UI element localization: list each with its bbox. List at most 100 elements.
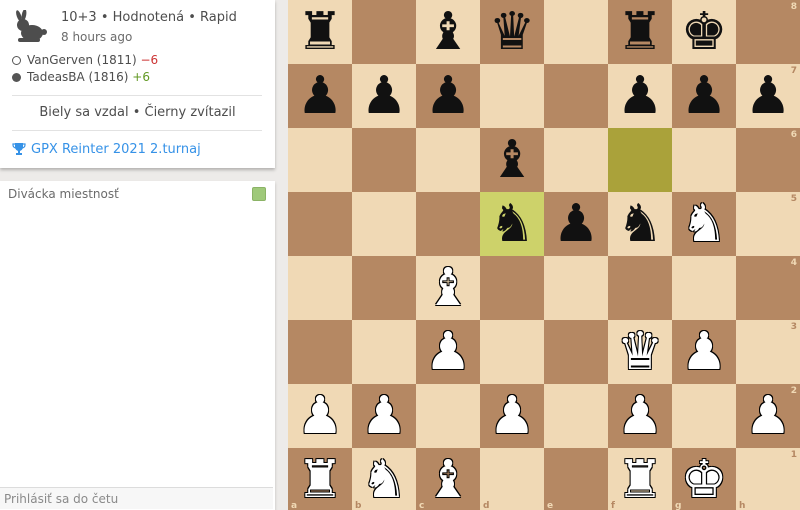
square-b8[interactable] <box>352 0 416 64</box>
square-h5[interactable]: 5 <box>736 192 800 256</box>
black-pawn-icon[interactable]: ♟ <box>672 64 736 128</box>
square-h2[interactable]: ♟ 2 <box>736 384 800 448</box>
white-rook-icon[interactable]: ♜ <box>288 448 352 510</box>
black-bishop-icon[interactable]: ♝ <box>480 128 544 192</box>
square-b2[interactable]: ♟ <box>352 384 416 448</box>
white-pawn-icon[interactable]: ♟ <box>480 384 544 448</box>
white-bishop-icon[interactable]: ♝ <box>416 448 480 510</box>
square-h6[interactable]: 6 <box>736 128 800 192</box>
spectator-chat: Divácka miestnosť Prihlásiť sa do četu <box>0 181 275 510</box>
square-f7[interactable]: ♟ <box>608 64 672 128</box>
black-rook-icon[interactable]: ♜ <box>288 0 352 64</box>
square-d4[interactable] <box>480 256 544 320</box>
square-d7[interactable] <box>480 64 544 128</box>
square-f5[interactable]: ♞ <box>608 192 672 256</box>
white-pawn-icon[interactable]: ♟ <box>672 320 736 384</box>
square-e1[interactable]: e <box>544 448 608 510</box>
white-pawn-icon[interactable]: ♟ <box>352 384 416 448</box>
chess-board[interactable]: ♜ ♝ ♛ ♜ ♚ 8 ♟ ♟ ♟ ♟ ♟ ♟ 7 ♝ 6 ♞ ♟ ♞ ♞ 5 ♝ 4 ♟ ♛ ♟ 3 ♟ ♟ ♟ ♟ ♟ 2 ♜ a ♞ b ♝ c d e… <box>288 0 800 510</box>
black-pawn-icon[interactable]: ♟ <box>608 64 672 128</box>
square-a5[interactable] <box>288 192 352 256</box>
square-b5[interactable] <box>352 192 416 256</box>
black-bishop-icon[interactable]: ♝ <box>416 0 480 64</box>
white-pawn-icon[interactable]: ♟ <box>416 320 480 384</box>
square-a7[interactable]: ♟ <box>288 64 352 128</box>
square-c2[interactable] <box>416 384 480 448</box>
white-pawn-icon[interactable]: ♟ <box>608 384 672 448</box>
player-black[interactable]: TadeasBA (1816) +6 <box>12 70 150 84</box>
square-e5[interactable]: ♟ <box>544 192 608 256</box>
black-king-icon[interactable]: ♚ <box>672 0 736 64</box>
square-f4[interactable] <box>608 256 672 320</box>
square-g7[interactable]: ♟ <box>672 64 736 128</box>
black-pawn-icon[interactable]: ♟ <box>288 64 352 128</box>
square-b4[interactable] <box>352 256 416 320</box>
square-d8[interactable]: ♛ <box>480 0 544 64</box>
white-queen-icon[interactable]: ♛ <box>608 320 672 384</box>
file-label: a <box>291 501 298 510</box>
square-b1[interactable]: ♞ b <box>352 448 416 510</box>
black-knight-icon[interactable]: ♞ <box>480 192 544 256</box>
square-g6[interactable] <box>672 128 736 192</box>
square-h4[interactable]: 4 <box>736 256 800 320</box>
white-knight-icon[interactable]: ♞ <box>672 192 736 256</box>
square-g1[interactable]: ♚ g <box>672 448 736 510</box>
black-knight-icon[interactable]: ♞ <box>608 192 672 256</box>
square-a8[interactable]: ♜ <box>288 0 352 64</box>
square-c4[interactable]: ♝ <box>416 256 480 320</box>
black-pawn-icon[interactable]: ♟ <box>416 64 480 128</box>
square-h8[interactable]: 8 <box>736 0 800 64</box>
square-d6[interactable]: ♝ <box>480 128 544 192</box>
square-d1[interactable]: d <box>480 448 544 510</box>
white-bishop-icon[interactable]: ♝ <box>416 256 480 320</box>
square-h3[interactable]: 3 <box>736 320 800 384</box>
square-c6[interactable] <box>416 128 480 192</box>
square-c5[interactable] <box>416 192 480 256</box>
square-d3[interactable] <box>480 320 544 384</box>
black-queen-icon[interactable]: ♛ <box>480 0 544 64</box>
square-d5[interactable]: ♞ <box>480 192 544 256</box>
square-g2[interactable] <box>672 384 736 448</box>
chat-input[interactable]: Prihlásiť sa do četu <box>0 487 273 509</box>
white-rook-icon[interactable]: ♜ <box>608 448 672 510</box>
square-c8[interactable]: ♝ <box>416 0 480 64</box>
square-f3[interactable]: ♛ <box>608 320 672 384</box>
square-a1[interactable]: ♜ a <box>288 448 352 510</box>
white-knight-icon[interactable]: ♞ <box>352 448 416 510</box>
square-c3[interactable]: ♟ <box>416 320 480 384</box>
square-e6[interactable] <box>544 128 608 192</box>
square-e2[interactable] <box>544 384 608 448</box>
square-d2[interactable]: ♟ <box>480 384 544 448</box>
square-b3[interactable] <box>352 320 416 384</box>
square-e7[interactable] <box>544 64 608 128</box>
square-f8[interactable]: ♜ <box>608 0 672 64</box>
player-white[interactable]: VanGerven (1811) −6 <box>12 53 158 67</box>
white-king-icon[interactable]: ♚ <box>672 448 736 510</box>
square-f2[interactable]: ♟ <box>608 384 672 448</box>
square-e8[interactable] <box>544 0 608 64</box>
square-h7[interactable]: ♟ 7 <box>736 64 800 128</box>
square-g8[interactable]: ♚ <box>672 0 736 64</box>
square-a4[interactable] <box>288 256 352 320</box>
tournament-link[interactable]: GPX Reinter 2021 2.turnaj <box>12 142 201 157</box>
square-g5[interactable]: ♞ <box>672 192 736 256</box>
square-g3[interactable]: ♟ <box>672 320 736 384</box>
black-rook-icon[interactable]: ♜ <box>608 0 672 64</box>
square-f1[interactable]: ♜ f <box>608 448 672 510</box>
chat-toggle-checkbox[interactable] <box>252 187 266 201</box>
black-pawn-icon[interactable]: ♟ <box>352 64 416 128</box>
square-h1[interactable]: 1h <box>736 448 800 510</box>
white-pawn-icon[interactable]: ♟ <box>288 384 352 448</box>
square-f6[interactable] <box>608 128 672 192</box>
square-b7[interactable]: ♟ <box>352 64 416 128</box>
square-e3[interactable] <box>544 320 608 384</box>
square-e4[interactable] <box>544 256 608 320</box>
black-pawn-icon[interactable]: ♟ <box>544 192 608 256</box>
square-g4[interactable] <box>672 256 736 320</box>
square-a3[interactable] <box>288 320 352 384</box>
square-c1[interactable]: ♝ c <box>416 448 480 510</box>
square-b6[interactable] <box>352 128 416 192</box>
square-c7[interactable]: ♟ <box>416 64 480 128</box>
square-a6[interactable] <box>288 128 352 192</box>
square-a2[interactable]: ♟ <box>288 384 352 448</box>
